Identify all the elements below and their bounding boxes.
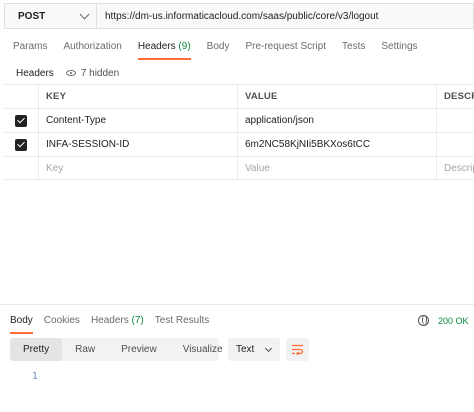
tab-label: Headers — [137, 41, 176, 52]
tab-pre-request-script[interactable]: Pre-request Script — [245, 41, 326, 61]
format-raw-button[interactable]: Raw — [62, 338, 108, 361]
column-header-value: VALUE — [237, 85, 436, 108]
tab-label: Test Results — [154, 315, 210, 326]
column-header-description: DESCRI — [436, 85, 474, 108]
line-number: 1 — [32, 371, 38, 382]
column-header-key: KEY — [38, 85, 237, 108]
value-cell[interactable]: 6m2NC58KjNIi5BKXos6tCC — [237, 133, 436, 156]
response-tab-headers[interactable]: Headers (7) — [91, 315, 144, 335]
chevron-down-icon — [264, 344, 273, 352]
format-visualize-button[interactable]: Visualize — [170, 338, 236, 361]
tab-label: Params — [13, 41, 48, 52]
table-header-row: KEY VALUE DESCRI — [4, 84, 474, 108]
hidden-count-label: 7 hidden — [80, 67, 120, 79]
row-checkbox-cell — [4, 133, 38, 156]
chevron-down-icon — [79, 9, 90, 19]
tab-label: Pre-request Script — [245, 41, 327, 52]
tab-tests[interactable]: Tests — [342, 41, 365, 61]
new-description-input[interactable]: Descrip — [436, 157, 474, 179]
tab-label: Body — [206, 41, 230, 52]
status-badge[interactable]: 200 OK — [438, 316, 469, 326]
method-select[interactable]: POST — [4, 3, 96, 29]
tab-label: Headers — [90, 315, 129, 326]
format-preview-button[interactable]: Preview — [108, 338, 170, 361]
description-cell[interactable] — [436, 133, 474, 156]
new-value-input[interactable]: Value — [237, 157, 436, 179]
hidden-headers-toggle[interactable]: 7 hidden — [65, 67, 120, 79]
url-input[interactable]: https://dm-us.informaticacloud.com/saas/… — [96, 3, 474, 29]
tab-params[interactable]: Params — [13, 41, 47, 61]
value-cell[interactable]: application/json — [237, 109, 436, 132]
language-label: Text — [236, 344, 255, 355]
tab-headers[interactable]: Headers (9) — [137, 41, 191, 61]
tab-count: (9) — [178, 41, 191, 52]
response-tab-body[interactable]: Body — [10, 315, 33, 335]
tab-label: Authorization — [63, 41, 122, 52]
tab-count: (7) — [131, 315, 144, 326]
response-body-editor[interactable]: 1 — [32, 371, 38, 382]
request-url-bar: POST https://dm-us.informaticacloud.com/… — [4, 3, 474, 29]
eye-icon — [65, 70, 76, 76]
request-tabs: Params Authorization Headers (9) Body Pr… — [13, 41, 434, 61]
response-format-toolbar: Pretty Raw Preview Visualize Text — [10, 338, 309, 361]
headers-subheader: Headers 7 hidden — [16, 66, 119, 80]
description-cell[interactable] — [436, 109, 474, 132]
tab-label: Tests — [342, 41, 366, 52]
row-checkbox-cell — [4, 157, 38, 179]
wrap-lines-icon — [292, 344, 304, 355]
key-cell[interactable]: INFA-SESSION-ID — [38, 133, 237, 156]
format-segmented-control: Pretty Raw Preview Visualize — [10, 338, 223, 361]
response-tab-test-results[interactable]: Test Results — [155, 315, 209, 335]
headers-section-title: Headers — [16, 67, 54, 79]
globe-icon[interactable] — [418, 315, 429, 326]
wrap-lines-button[interactable] — [286, 338, 309, 361]
row-checkbox-cell — [4, 109, 38, 132]
key-cell[interactable]: Content-Type — [38, 109, 237, 132]
new-key-input[interactable]: Key — [38, 157, 237, 179]
language-select[interactable]: Text — [228, 338, 280, 361]
row-checkbox[interactable] — [15, 138, 27, 151]
response-status-area: 200 OK — [418, 315, 469, 326]
tab-label: Settings — [381, 41, 418, 52]
response-tabs: Body Cookies Headers (7) Test Results — [10, 315, 220, 335]
response-tab-cookies[interactable]: Cookies — [44, 315, 80, 335]
tab-body[interactable]: Body — [207, 41, 230, 61]
method-label: POST — [18, 10, 46, 22]
table-row: Content-Type application/json — [4, 108, 474, 132]
pane-divider[interactable] — [0, 304, 474, 305]
row-checkbox[interactable] — [15, 114, 27, 127]
header-checkbox-cell — [4, 85, 38, 108]
tab-settings[interactable]: Settings — [381, 41, 417, 61]
tab-label: Cookies — [43, 315, 80, 326]
table-row: INFA-SESSION-ID 6m2NC58KjNIi5BKXos6tCC — [4, 132, 474, 156]
new-header-row: Key Value Descrip — [4, 156, 474, 180]
tab-authorization[interactable]: Authorization — [63, 41, 121, 61]
headers-table: KEY VALUE DESCRI Content-Type applicatio… — [4, 84, 474, 180]
format-pretty-button[interactable]: Pretty — [10, 338, 63, 361]
tab-label: Body — [10, 315, 33, 326]
